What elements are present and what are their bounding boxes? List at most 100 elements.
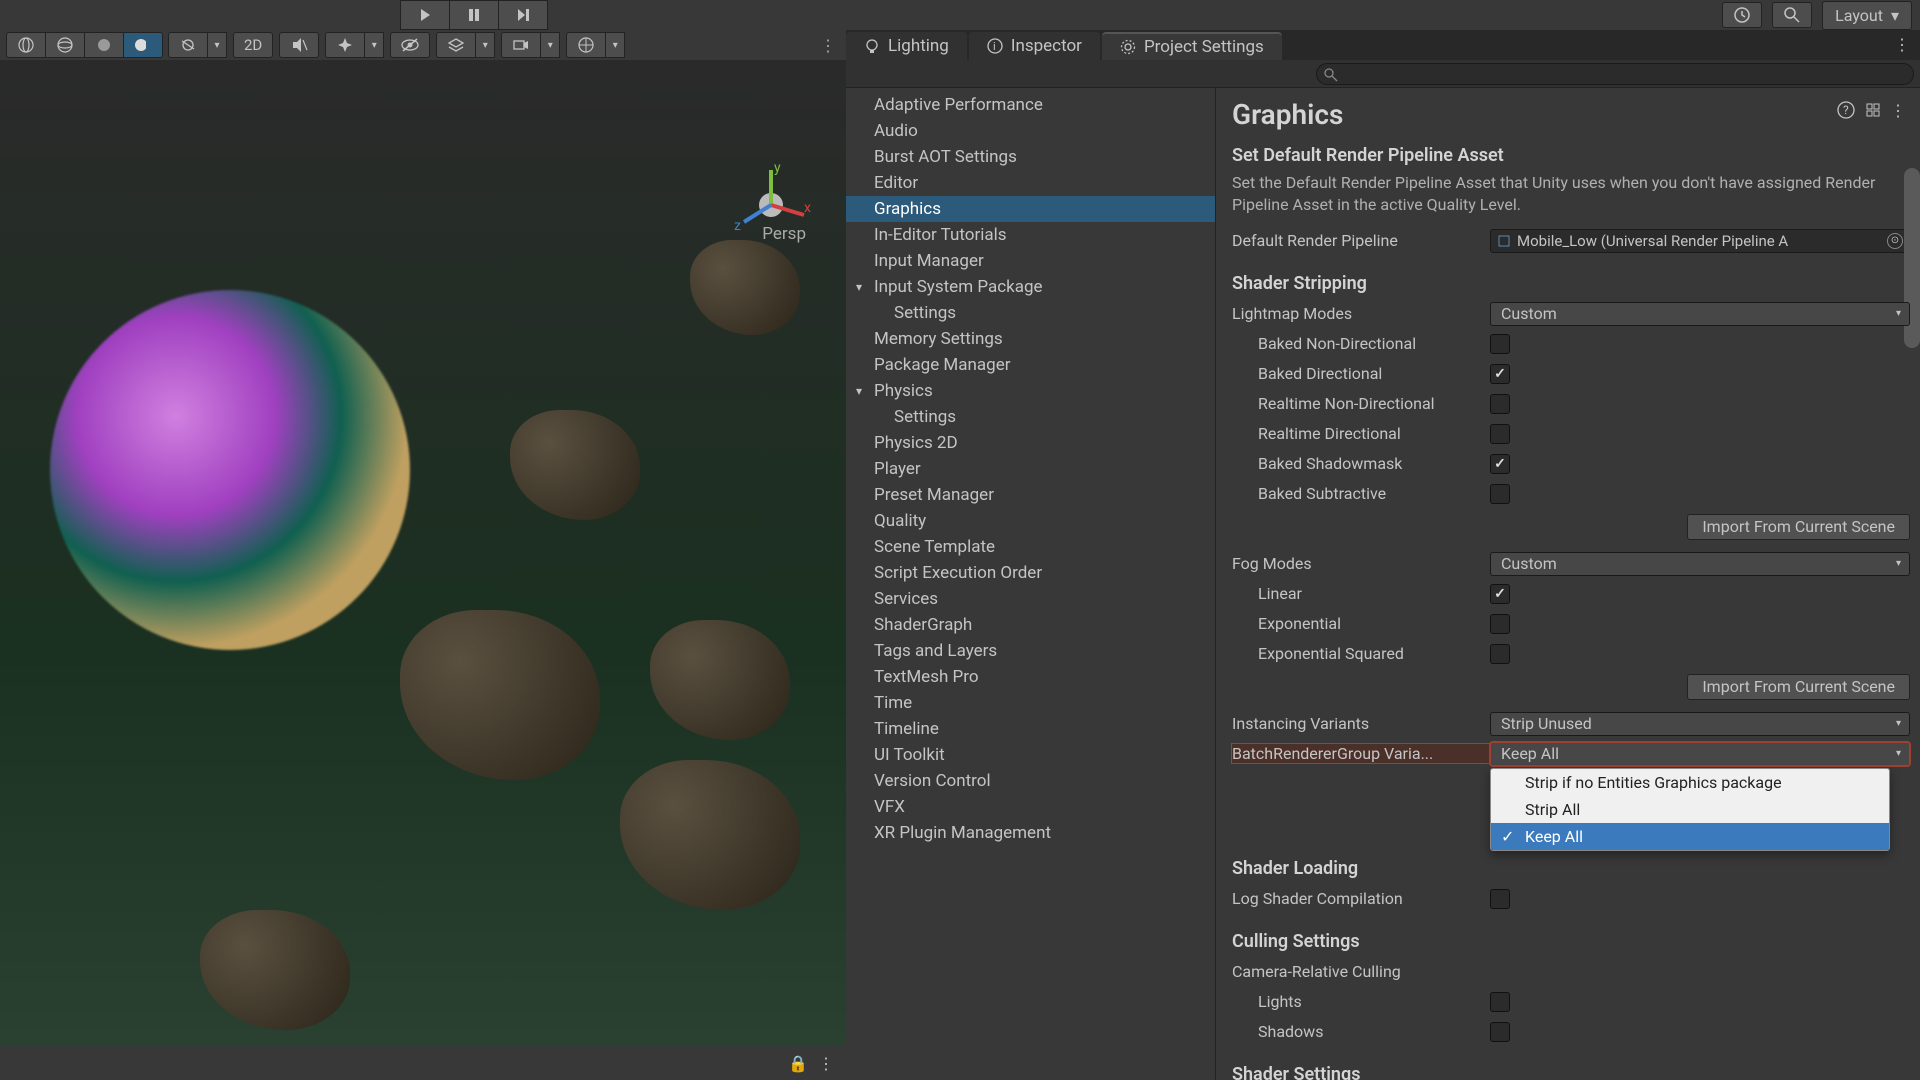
dropdown-brg-variants[interactable]: Keep All [1490,742,1910,766]
settings-preset-icon[interactable] [1864,101,1882,119]
global-search-button[interactable] [1772,2,1812,28]
layers-dropdown[interactable]: ▾ [475,32,495,58]
sidebar-item-script-execution-order[interactable]: Script Execution Order [846,560,1215,586]
camera-dropdown[interactable]: ▾ [540,32,560,58]
2d-toggle[interactable]: 2D [233,32,273,58]
checkbox-realtime-dir[interactable] [1490,424,1510,444]
content-menu[interactable]: ⋮ [1890,101,1906,120]
sidebar-item-burst-aot[interactable]: Burst AOT Settings [846,144,1215,170]
sidebar-item-services[interactable]: Services [846,586,1215,612]
checkbox-baked-shadowmask[interactable] [1490,454,1510,474]
sidebar-item-input-system-settings[interactable]: Settings [846,300,1215,326]
dropdown-instancing-variants[interactable]: Strip Unused [1490,712,1910,736]
checkbox-exp-squared[interactable] [1490,644,1510,664]
fx-toggle[interactable] [325,32,365,58]
import-from-scene-button[interactable]: Import From Current Scene [1687,514,1910,540]
sidebar-item-package-manager[interactable]: Package Manager [846,352,1215,378]
fx-dropdown[interactable]: ▾ [364,32,384,58]
sidebar-item-preset-manager[interactable]: Preset Manager [846,482,1215,508]
settings-search-input[interactable] [1316,63,1914,85]
sidebar-item-xr-plugin-management[interactable]: XR Plugin Management [846,820,1215,846]
scene-viewport[interactable]: y x z Persp [0,60,846,1046]
sidebar-item-vfx[interactable]: VFX [846,794,1215,820]
checkbox-shadows[interactable] [1490,1022,1510,1042]
sparkle-icon [336,36,354,54]
section-set-default-rp: Set Default Render Pipeline Asset [1232,145,1910,166]
sidebar-item-adaptive-performance[interactable]: Adaptive Performance [846,92,1215,118]
sidebar-item-textmesh-pro[interactable]: TextMesh Pro [846,664,1215,690]
scene-object-asteroid [620,760,800,910]
sidebar-item-physics-settings[interactable]: Settings [846,404,1215,430]
popup-option-keep-all[interactable]: Keep All [1491,823,1889,850]
audio-toggle[interactable] [279,32,319,58]
sidebar-item-in-editor-tutorials[interactable]: In-Editor Tutorials [846,222,1215,248]
sidebar-item-version-control[interactable]: Version Control [846,768,1215,794]
checkbox-baked-non-dir[interactable] [1490,334,1510,354]
dropdown-fog-modes[interactable]: Custom [1490,552,1910,576]
pane-menu[interactable]: ⋮ [1894,35,1910,54]
sidebar-item-shadergraph[interactable]: ShaderGraph [846,612,1215,638]
checkbox-lights[interactable] [1490,992,1510,1012]
dropdown-lightmap-modes[interactable]: Custom [1490,302,1910,326]
tab-project-settings[interactable]: Project Settings [1102,32,1282,60]
scene-pane-menu[interactable]: ⋮ [820,36,836,55]
scene-object-asteroid [400,610,600,780]
tab-lighting[interactable]: Lighting [846,32,967,60]
checkbox-exponential[interactable] [1490,614,1510,634]
undo-history-button[interactable] [1722,2,1762,28]
svg-text:y: y [774,160,781,176]
popup-option-strip-if-no-entities[interactable]: Strip if no Entities Graphics package [1491,769,1889,796]
checkbox-realtime-non-dir[interactable] [1490,394,1510,414]
projection-label[interactable]: Persp [762,224,806,244]
sidebar-item-audio[interactable]: Audio [846,118,1215,144]
chevron-down-icon: ▾ [483,40,488,51]
scene-object-asteroid [510,410,640,520]
object-picker-icon[interactable]: ⊙ [1887,233,1903,249]
sidebar-item-ui-toolkit[interactable]: UI Toolkit [846,742,1215,768]
object-field-default-rp[interactable]: Mobile_Low (Universal Render Pipeline A … [1490,229,1910,253]
layers-button[interactable] [436,32,476,58]
step-button[interactable] [498,0,548,30]
help-icon[interactable]: ? [1836,100,1856,120]
pause-button[interactable] [449,0,499,30]
camera-button[interactable] [501,32,541,58]
sidebar-item-player[interactable]: Player [846,456,1215,482]
popup-option-strip-all[interactable]: Strip All [1491,796,1889,823]
label-baked-subtractive: Baked Subtractive [1232,484,1490,503]
debug-draw-dropdown[interactable]: ▾ [207,32,227,58]
sidebar-item-memory-settings[interactable]: Memory Settings [846,326,1215,352]
sidebar-item-scene-template[interactable]: Scene Template [846,534,1215,560]
play-button[interactable] [400,0,450,30]
sidebar-item-input-system-package[interactable]: Input System Package [846,274,1215,300]
checkbox-log-shader[interactable] [1490,889,1510,909]
sidebar-item-editor[interactable]: Editor [846,170,1215,196]
sidebar-item-physics-2d[interactable]: Physics 2D [846,430,1215,456]
sidebar-item-physics[interactable]: Physics [846,378,1215,404]
tab-inspector[interactable]: i Inspector [969,32,1100,60]
render-mode-1[interactable] [6,32,46,58]
info-icon: i [987,38,1003,54]
sidebar-item-quality[interactable]: Quality [846,508,1215,534]
sidebar-item-graphics[interactable]: Graphics [846,196,1215,222]
checkbox-baked-dir[interactable] [1490,364,1510,384]
visibility-toggle[interactable] [390,32,430,58]
checkbox-linear[interactable] [1490,584,1510,604]
render-mode-4[interactable] [123,32,163,58]
import-from-scene-button-2[interactable]: Import From Current Scene [1687,674,1910,700]
scene-object-asteroid [650,620,790,740]
sidebar-item-tags-and-layers[interactable]: Tags and Layers [846,638,1215,664]
render-mode-2[interactable] [45,32,85,58]
checkbox-baked-subtractive[interactable] [1490,484,1510,504]
layout-dropdown[interactable]: Layout ▾ [1822,1,1912,30]
label-baked-non-dir: Baked Non-Directional [1232,334,1490,353]
lock-icon[interactable]: 🔒 [788,1054,808,1073]
scene-footer-menu[interactable]: ⋮ [818,1054,834,1073]
render-mode-3[interactable] [84,32,124,58]
debug-draw-button[interactable] [168,32,208,58]
sidebar-item-timeline[interactable]: Timeline [846,716,1215,742]
sidebar-item-input-manager[interactable]: Input Manager [846,248,1215,274]
sidebar-item-time[interactable]: Time [846,690,1215,716]
gizmos-button[interactable] [566,32,606,58]
button-label: Import From Current Scene [1702,677,1895,696]
gizmos-dropdown[interactable]: ▾ [605,32,625,58]
